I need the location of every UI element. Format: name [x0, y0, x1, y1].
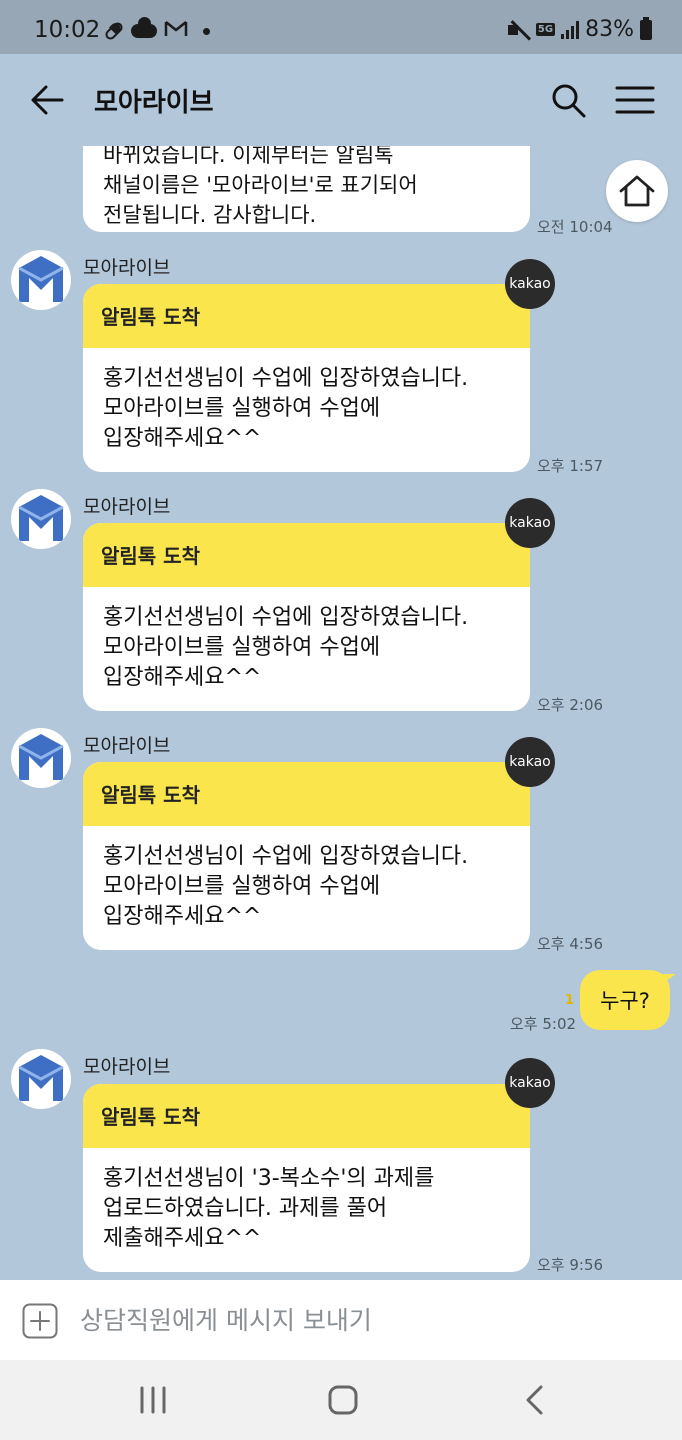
message-line: 홍기선선생님이 수업에 입장하였습니다. [103, 605, 469, 630]
kakao-badge: kakao [505, 498, 555, 548]
signal-icon [561, 20, 580, 39]
network-type: 5G [535, 23, 556, 36]
gmail-icon [164, 20, 188, 42]
message-bubble[interactable]: 바뀌었습니다. 이제부터는 알림톡 채널이름은 '모아라이브'로 표기되어 전달… [83, 146, 530, 232]
message-line: 입장해주세요^^ [103, 904, 262, 929]
message-line: 홍기선선생님이 수업에 입장하였습니다. [103, 366, 469, 391]
message-line: 모아라이브를 실행하여 수업에 [103, 874, 381, 899]
message-composer [0, 1280, 682, 1360]
sender-name: 모아라이브 [83, 257, 171, 279]
home-icon [618, 174, 656, 208]
battery-percent: 83% [585, 17, 634, 42]
message-line: 모아라이브를 실행하여 수업에 [103, 635, 381, 660]
avatar[interactable] [11, 489, 71, 549]
alimtalk-bubble[interactable]: 알림톡 도착 홍기선선생님이 '3-복소수'의 과제를 업로드하였습니다. 과제… [83, 1084, 530, 1272]
message-line: 홍기선선생님이 수업에 입장하였습니다. [103, 844, 469, 869]
chat-header: 모아라이브 [0, 54, 682, 146]
message-time: 오후 9:56 [537, 1256, 604, 1274]
message-time: 오후 2:06 [537, 696, 604, 714]
message-line: 제출해주세요^^ [103, 1226, 262, 1251]
message-line: 입장해주세요^^ [103, 665, 262, 690]
kakao-badge: kakao [505, 737, 555, 787]
chat-room-title: 모아라이브 [94, 88, 214, 118]
my-message-bubble[interactable]: 누구? [580, 970, 676, 1030]
message-line: 전달됩니다. 감사합니다. [103, 203, 317, 227]
system-nav-bar [0, 1360, 682, 1440]
kakao-badge: kakao [505, 259, 555, 309]
avatar[interactable] [11, 728, 71, 788]
unread-count: 1 [565, 993, 575, 1008]
avatar[interactable] [11, 1049, 71, 1109]
alimtalk-header: 알림톡 도착 [83, 284, 530, 348]
alimtalk-body: 홍기선선생님이 수업에 입장하였습니다. 모아라이브를 실행하여 수업에 입장해… [83, 826, 530, 948]
message-line: 채널이름은 '모아라이브'로 표기되어 [103, 173, 418, 197]
chat-messages[interactable]: 바뀌었습니다. 이제부터는 알림톡 채널이름은 '모아라이브'로 표기되어 전달… [0, 146, 682, 1280]
home-button[interactable] [606, 160, 668, 222]
battery-icon [640, 16, 652, 40]
message-time: 오후 4:56 [537, 935, 604, 953]
message-time: 오후 5:02 [510, 1015, 577, 1033]
back-nav-icon[interactable] [515, 1382, 555, 1418]
alimtalk-body: 홍기선선생님이 '3-복소수'의 과제를 업로드하였습니다. 과제를 풀어 제출… [83, 1148, 530, 1270]
status-time: 10:02 [34, 17, 101, 43]
home-nav-icon[interactable] [323, 1382, 363, 1418]
message-line: 바뀌었습니다. 이제부터는 알림톡 [103, 146, 394, 167]
avatar[interactable] [11, 250, 71, 310]
search-icon[interactable] [550, 82, 588, 120]
sender-name: 모아라이브 [83, 1056, 171, 1078]
alimtalk-header: 알림톡 도착 [83, 762, 530, 826]
status-bar: 10:02 5G 83% [0, 0, 682, 54]
alimtalk-bubble[interactable]: 알림톡 도착 홍기선선생님이 수업에 입장하였습니다. 모아라이브를 실행하여 … [83, 523, 530, 711]
alimtalk-header: 알림톡 도착 [83, 523, 530, 587]
back-arrow-icon[interactable] [28, 82, 66, 118]
message-input[interactable] [80, 1298, 660, 1342]
alimtalk-header: 알림톡 도착 [83, 1084, 530, 1148]
vibrate-mute-icon [507, 20, 530, 40]
kakao-badge: kakao [505, 1058, 555, 1108]
sender-name: 모아라이브 [83, 735, 171, 757]
menu-icon[interactable] [614, 84, 656, 116]
notification-icons [103, 17, 210, 43]
pill-icon [103, 20, 125, 42]
alimtalk-body: 홍기선선생님이 수업에 입장하였습니다. 모아라이브를 실행하여 수업에 입장해… [83, 587, 530, 709]
sender-name: 모아라이브 [83, 496, 171, 518]
alimtalk-bubble[interactable]: 알림톡 도착 홍기선선생님이 수업에 입장하였습니다. 모아라이브를 실행하여 … [83, 762, 530, 950]
message-line: 모아라이브를 실행하여 수업에 [103, 396, 381, 421]
alimtalk-body: 홍기선선생님이 수업에 입장하였습니다. 모아라이브를 실행하여 수업에 입장해… [83, 348, 530, 470]
dot-icon [203, 27, 210, 35]
cloud-icon [131, 17, 157, 38]
system-icons: 5G 83% [507, 16, 652, 42]
message-line: 입장해주세요^^ [103, 426, 262, 451]
message-time: 오후 1:57 [537, 457, 604, 475]
alimtalk-bubble[interactable]: 알림톡 도착 홍기선선생님이 수업에 입장하였습니다. 모아라이브를 실행하여 … [83, 284, 530, 472]
message-line: 업로드하였습니다. 과제를 풀어 [103, 1196, 388, 1221]
plus-icon[interactable] [22, 1303, 58, 1339]
message-line: 홍기선선생님이 '3-복소수'의 과제를 [103, 1166, 435, 1191]
recent-apps-icon[interactable] [133, 1382, 173, 1418]
message-time: 오전 10:04 [537, 218, 613, 236]
